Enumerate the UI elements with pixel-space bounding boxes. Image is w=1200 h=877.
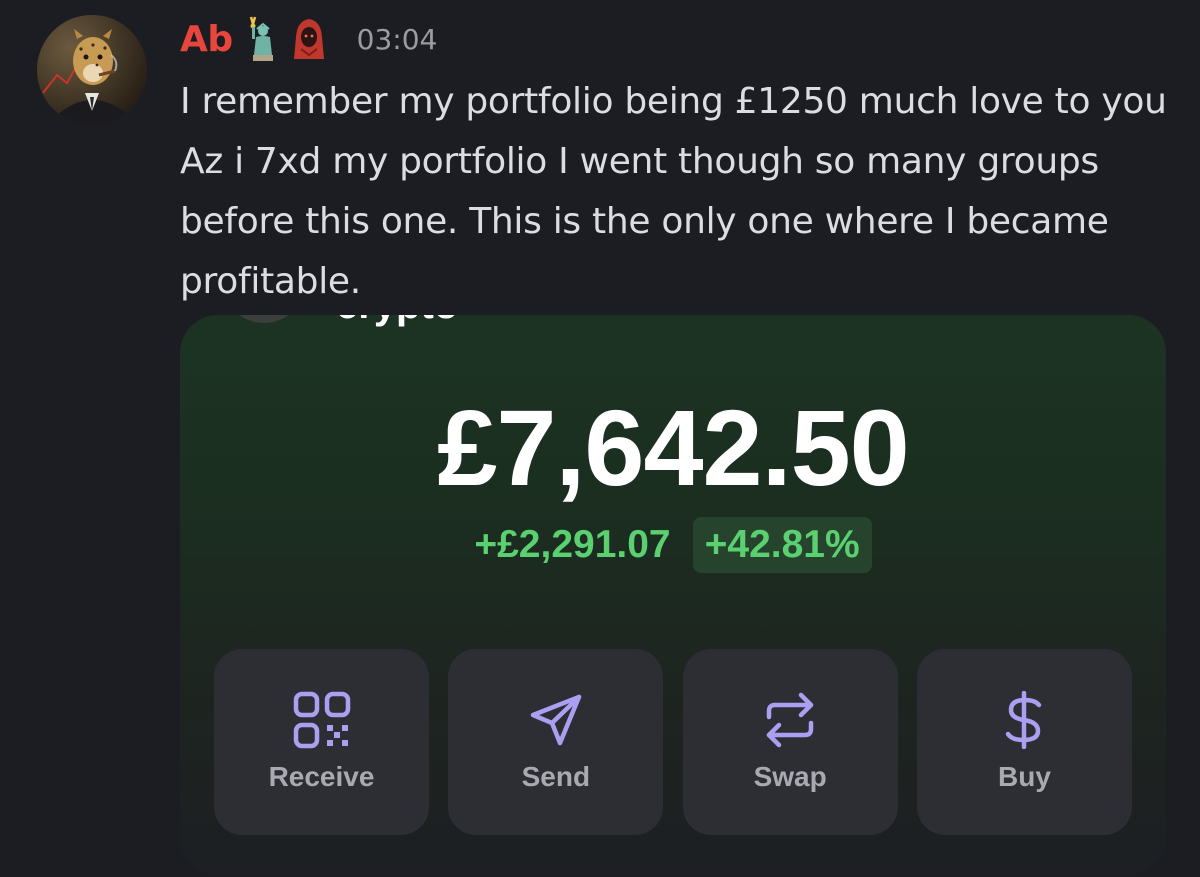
message-header: Ab 03:04 xyxy=(180,14,437,64)
username[interactable]: Ab xyxy=(180,19,233,60)
change-percent-badge: +42.81% xyxy=(692,517,872,573)
user-avatar[interactable] xyxy=(37,15,147,125)
chat-screen: Ab 03:04 I remember my portfolio being £… xyxy=(0,0,1200,877)
message-timestamp: 03:04 xyxy=(356,22,438,56)
account-name: crypto xyxy=(336,315,458,325)
statue-of-liberty-icon xyxy=(241,15,281,63)
swap-label: Swap xyxy=(753,761,827,792)
swap-button[interactable]: Swap xyxy=(682,649,898,835)
account-avatar xyxy=(232,315,296,323)
hooded-figure-icon xyxy=(289,15,329,63)
wallet-card: crypto £7,642.50 +£2,291.07 +42.81% xyxy=(180,315,1166,875)
receive-label: Receive xyxy=(268,761,375,792)
buy-label: Buy xyxy=(998,761,1051,792)
swap-arrows-icon xyxy=(761,691,819,749)
send-button[interactable]: Send xyxy=(448,649,664,835)
send-label: Send xyxy=(521,761,591,792)
wallet-actions: Receive Send Swap Buy xyxy=(214,649,1132,835)
message-text: I remember my portfolio being £1250 much… xyxy=(180,81,1167,302)
dollar-icon xyxy=(995,691,1053,749)
receive-button[interactable]: Receive xyxy=(214,649,429,835)
qr-code-icon xyxy=(293,691,351,749)
send-arrow-icon xyxy=(527,691,585,749)
balance-change: +£2,291.07 +42.81% xyxy=(180,517,1166,573)
change-amount: +£2,291.07 xyxy=(474,523,671,566)
portfolio-balance: £7,642.50 xyxy=(437,387,909,508)
buy-button[interactable]: Buy xyxy=(916,649,1132,835)
